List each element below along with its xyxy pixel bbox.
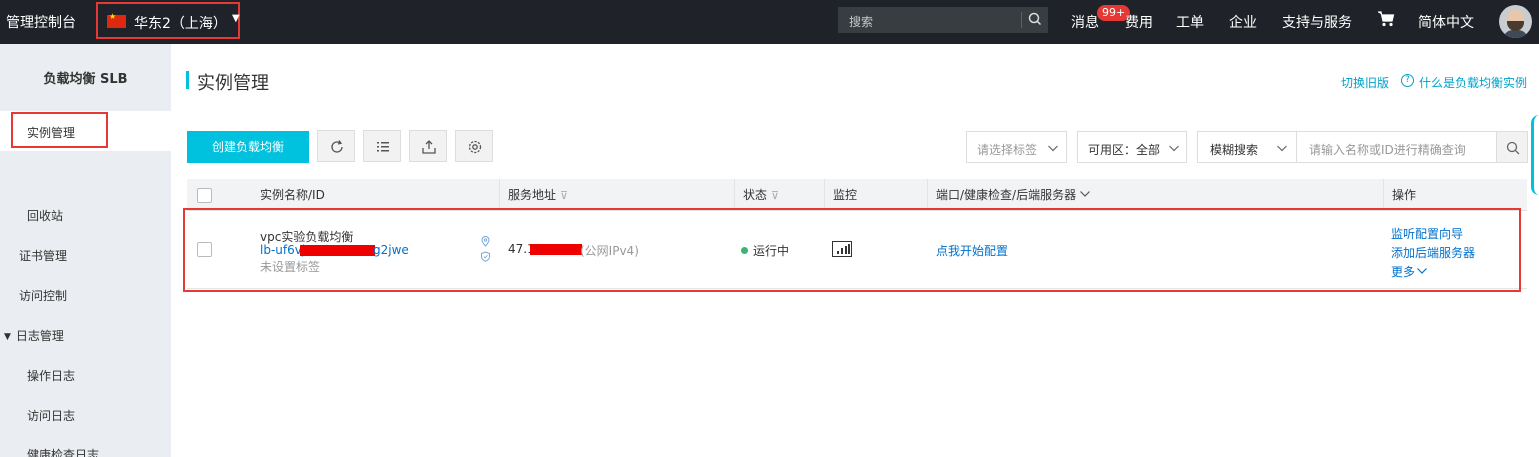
chevron-down-icon (1277, 145, 1287, 152)
nav-language[interactable]: 简体中文 (1418, 12, 1474, 32)
monitor-chart-icon[interactable] (832, 241, 852, 257)
refresh-icon (331, 140, 343, 153)
filter-icon[interactable]: ⊽ (560, 189, 568, 202)
nav-enterprise[interactable]: 企业 (1229, 12, 1257, 32)
select-all-checkbox[interactable] (197, 188, 212, 203)
sidebar-item-access-control[interactable]: 访问控制 (19, 287, 67, 304)
search-mode-select[interactable]: 模糊搜索 (1197, 131, 1297, 163)
header-monitor: 监控 (824, 179, 927, 211)
china-flag-icon (107, 12, 126, 28)
search-separator (1021, 12, 1022, 28)
avatar[interactable] (1499, 5, 1532, 38)
export-icon (422, 140, 436, 154)
triangle-down-icon: ▼ (4, 332, 11, 342)
refresh-button[interactable] (317, 130, 355, 162)
listener-wizard-link[interactable]: 监听配置向导 (1391, 225, 1463, 242)
sidebar-item-instance-management[interactable]: 实例管理 (27, 124, 75, 141)
export-button[interactable] (409, 130, 447, 162)
status-dot (741, 247, 748, 254)
chevron-down-icon (1080, 191, 1091, 197)
region-selector[interactable]: 华东2（上海） ▼ (96, 2, 240, 39)
service-address-type: (公网IPv4) (580, 244, 639, 258)
settings-button[interactable] (455, 130, 493, 162)
switch-old-version-link[interactable]: 切换旧版 (1341, 74, 1389, 91)
page-title: 实例管理 (197, 73, 269, 94)
header-status[interactable]: 状态 ⊽ (734, 179, 824, 211)
help-icon: ? (1401, 74, 1414, 87)
side-panel-tab[interactable] (1531, 115, 1539, 195)
zone-select-value: 可用区：全部 (1088, 143, 1161, 157)
chevron-down-icon (1048, 145, 1058, 152)
header-actions: 操作 (1383, 179, 1527, 211)
search-placeholder: 请输入名称或ID进行精确查询 (1309, 143, 1466, 157)
list-view-button[interactable] (363, 130, 401, 162)
tag-select-placeholder: 请选择标签 (977, 143, 1038, 157)
chevron-down-icon (1169, 145, 1179, 152)
settings-icon (468, 140, 482, 154)
redaction-mark (530, 244, 582, 255)
location-pin-icon[interactable] (480, 236, 491, 247)
top-navigation-bar: 管理控制台 华东2（上海） ▼ 搜索 消息 99+ 费用 工单 企业 支持与服务… (0, 0, 1539, 44)
sidebar-item-access-logs[interactable]: 访问日志 (27, 407, 75, 424)
header-name-id: 实例名称/ID (260, 188, 325, 202)
cart-icon[interactable] (1377, 10, 1395, 28)
search-mode-value: 模糊搜索 (1210, 143, 1259, 157)
instance-tag[interactable]: 未设置标签 (260, 258, 320, 275)
page-title-accent (186, 71, 189, 89)
header-address[interactable]: 服务地址 ⊽ (499, 179, 734, 211)
sidebar-group-label: 日志管理 (15, 329, 64, 343)
tag-select[interactable]: 请选择标签 (966, 131, 1067, 163)
search-label: 搜索 (849, 15, 874, 29)
create-load-balancer-button[interactable]: 创建负载均衡 (187, 131, 309, 163)
instance-id-prefix[interactable]: lb-uf6vj (260, 243, 305, 257)
instance-id-suffix[interactable]: g2jwe (373, 243, 409, 257)
sidebar-item-recycle-bin[interactable]: 回收站 (27, 207, 63, 224)
shield-icon[interactable] (480, 251, 491, 262)
search-icon[interactable] (1026, 10, 1044, 28)
nav-tickets[interactable]: 工单 (1176, 12, 1204, 32)
sidebar-group-logs[interactable]: ▼ 日志管理 (4, 327, 64, 344)
chevron-down-icon (1417, 268, 1427, 274)
redaction-mark (300, 245, 375, 256)
region-name: 华东2（上海） (134, 16, 227, 32)
search-icon (1506, 141, 1520, 155)
filter-icon[interactable]: ⊽ (771, 189, 779, 202)
status-badge: 运行中 (741, 242, 789, 259)
global-search[interactable]: 搜索 (838, 7, 1048, 33)
table-header: 实例名称/ID 服务地址 ⊽ 状态 ⊽ 监控 端口/健康检查/后端服务器 操作 (187, 179, 1527, 211)
list-icon (377, 142, 389, 152)
zone-select[interactable]: 可用区：全部 (1077, 131, 1187, 163)
avatar-body (1503, 30, 1528, 38)
sidebar-title: 负载均衡 SLB (0, 44, 171, 115)
row-checkbox[interactable] (197, 242, 212, 257)
instance-search-input[interactable]: 请输入名称或ID进行精确查询 (1296, 131, 1497, 163)
sidebar-item-certificates[interactable]: 证书管理 (19, 247, 67, 264)
caret-down-icon: ▼ (232, 13, 240, 24)
nav-support[interactable]: 支持与服务 (1282, 12, 1352, 32)
header-port-health-backend[interactable]: 端口/健康检查/后端服务器 (927, 179, 1383, 211)
help-link[interactable]: 什么是负载均衡实例 (1419, 74, 1527, 91)
instance-search-button[interactable] (1496, 131, 1528, 163)
sidebar-item-health-check-logs[interactable]: 健康检查日志 (27, 446, 99, 457)
nav-messages[interactable]: 消息 (1071, 12, 1099, 32)
configure-listener-link[interactable]: 点我开始配置 (936, 242, 1008, 259)
add-backend-server-link[interactable]: 添加后端服务器 (1391, 244, 1475, 261)
console-brand[interactable]: 管理控制台 (6, 12, 76, 32)
nav-billing[interactable]: 费用 (1125, 12, 1153, 32)
sidebar-item-operation-logs[interactable]: 操作日志 (27, 367, 75, 384)
more-actions-link[interactable]: 更多 (1391, 263, 1428, 280)
